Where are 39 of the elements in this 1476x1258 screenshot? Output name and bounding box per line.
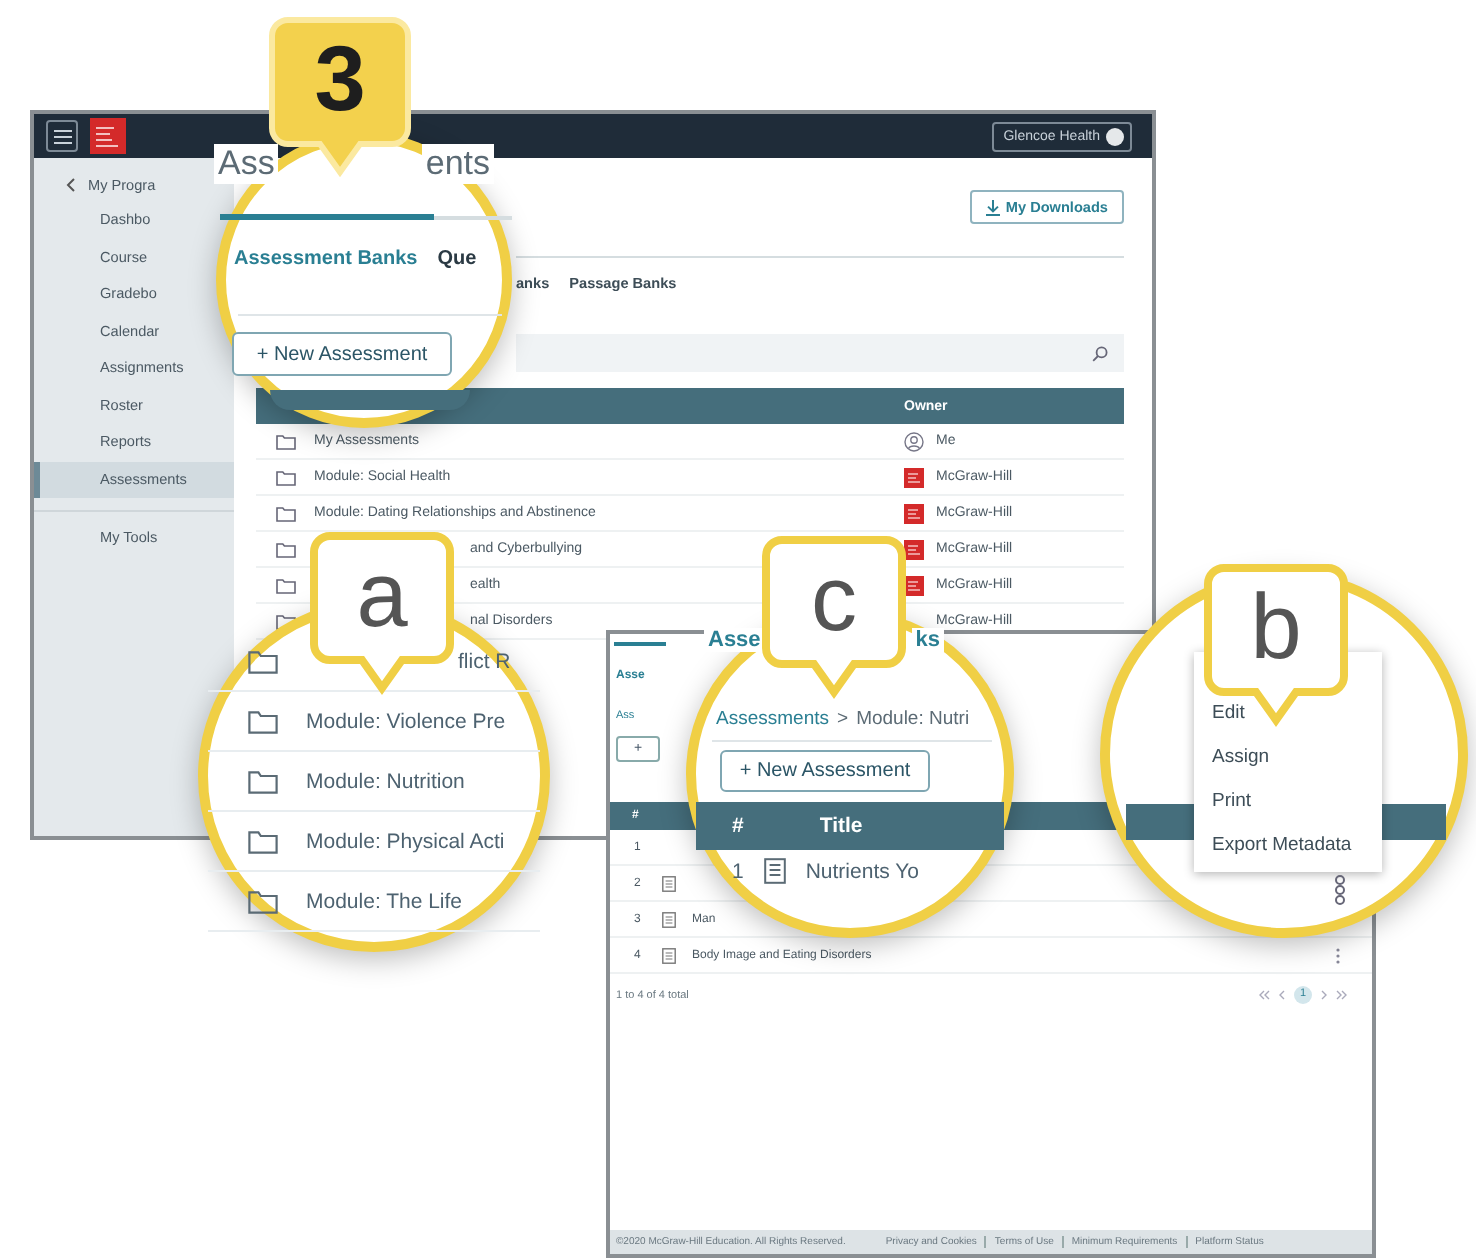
download-icon: [985, 199, 1000, 215]
last-page-icon[interactable]: [1336, 990, 1348, 1000]
table-cell[interactable]: Module: Violence Pre: [306, 709, 506, 733]
column-header: Title: [819, 814, 863, 838]
page-title: ks: [911, 628, 944, 652]
tab[interactable]: Assessment Banks: [234, 248, 418, 270]
folder-icon: [248, 829, 278, 853]
menu-icon[interactable]: [53, 129, 71, 143]
previous-page-icon[interactable]: [1278, 990, 1286, 1000]
new-assessment-button[interactable]: + New Assessment: [232, 332, 452, 376]
folder-icon: [248, 649, 278, 673]
menu-item[interactable]: Assign: [1212, 746, 1382, 768]
first-page-icon[interactable]: [1258, 990, 1270, 1000]
folder-icon: [248, 769, 278, 793]
table-cell[interactable]: Nutrients Yo: [805, 859, 919, 883]
search-icon[interactable]: [1092, 345, 1108, 361]
column-header: #: [732, 814, 744, 838]
menu-button[interactable]: [46, 120, 78, 152]
breadcrumb-text: >: [837, 708, 849, 730]
table-cell[interactable]: Module: Physical Acti: [306, 829, 505, 853]
table-cell[interactable]: Module: The Life: [306, 889, 463, 913]
logo-icon: [90, 118, 126, 154]
row-number: 1: [732, 859, 744, 883]
next-page-icon[interactable]: [1320, 990, 1328, 1000]
menu-item[interactable]: Edit: [1212, 702, 1382, 724]
kebab-menu-icon[interactable]: [1334, 874, 1346, 906]
folder-icon: [248, 889, 278, 913]
new-assessment-button[interactable]: + New Assessment: [720, 750, 930, 792]
breadcrumb-link[interactable]: Assessments: [716, 708, 829, 730]
menu-item[interactable]: Export Metadata: [1212, 834, 1382, 856]
breadcrumb-text: Module: Nutri: [856, 708, 970, 730]
page-title: ents: [421, 144, 494, 184]
table-cell[interactable]: Module: Nutrition: [306, 769, 465, 793]
folder-icon: [248, 709, 278, 733]
page-title: Asse: [704, 628, 765, 652]
chevron-left-icon[interactable]: [66, 177, 76, 191]
menu-item[interactable]: Print: [1212, 790, 1382, 812]
document-icon: [763, 858, 786, 884]
tab[interactable]: Que: [437, 248, 477, 270]
